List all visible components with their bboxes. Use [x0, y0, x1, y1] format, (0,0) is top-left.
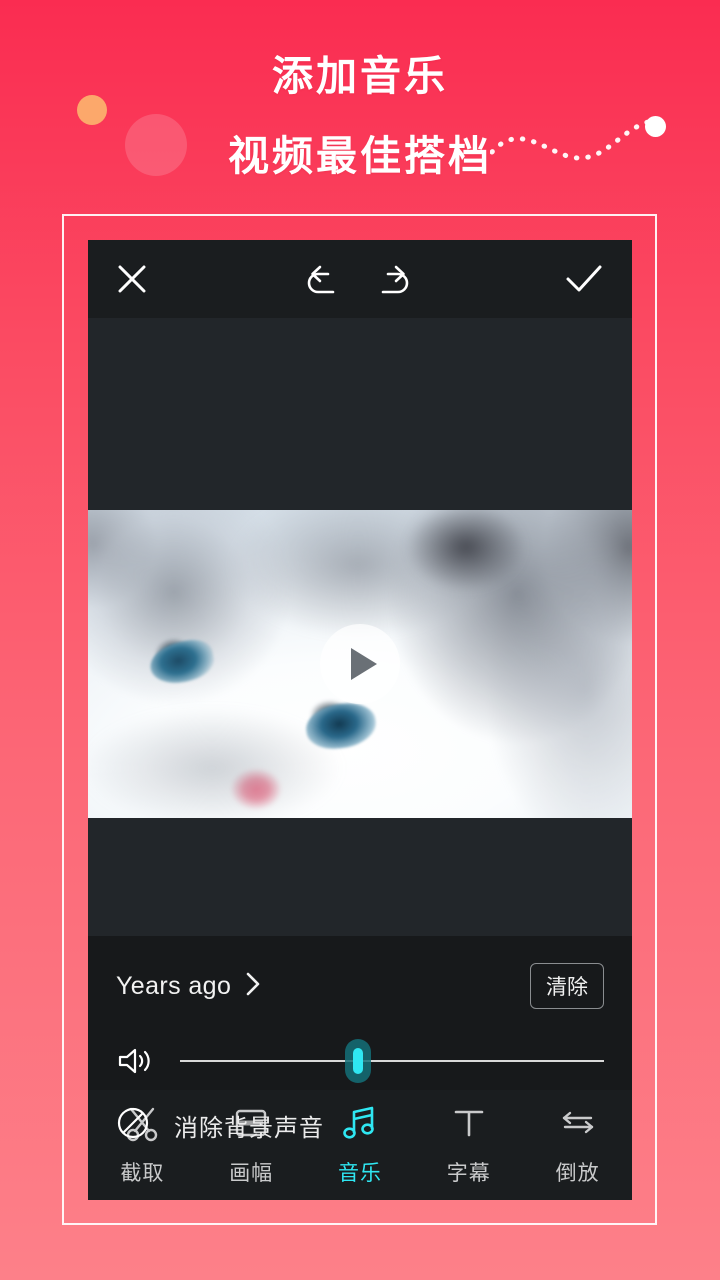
checkmark-icon: [565, 263, 603, 295]
chevron-right-icon[interactable]: [245, 971, 261, 1002]
volume-slider-track: [180, 1060, 604, 1062]
nav-label-aspect-ratio: 画幅: [229, 1162, 274, 1185]
redo-arrow-icon: [375, 262, 413, 296]
volume-slider-thumb[interactable]: [353, 1048, 364, 1074]
play-button[interactable]: [320, 624, 400, 704]
cat-dark-ear-marking: [406, 510, 526, 592]
close-button[interactable]: [98, 240, 166, 318]
clear-button[interactable]: 清除: [530, 963, 604, 1009]
confirm-button[interactable]: [550, 240, 618, 318]
selected-track-row: Years ago 清除: [88, 958, 632, 1014]
editor-top-bar: [88, 240, 632, 318]
remove-background-audio-label: 消除背景声音: [174, 1114, 324, 1142]
video-preview-stage: [88, 318, 632, 936]
music-settings-panel: Years ago 清除 消除背景声音: [88, 936, 632, 1142]
volume-row: [88, 1034, 632, 1088]
no-entry-circle-slash-icon: [116, 1106, 150, 1145]
video-frame[interactable]: [88, 510, 632, 818]
cat-lower-shadow: [88, 708, 342, 818]
page-title-line1: 添加音乐: [272, 53, 448, 99]
app-screenshot: Years ago 清除 消除背景声音 截取 画幅 音乐 字幕 倒放: [88, 240, 632, 1200]
nav-label-reverse: 倒放: [555, 1162, 600, 1185]
undo-button[interactable]: [292, 240, 352, 318]
volume-slider[interactable]: [180, 1039, 604, 1083]
track-name-label[interactable]: Years ago: [116, 972, 231, 1001]
nav-label-subtitle: 字幕: [446, 1162, 491, 1185]
nav-label-music: 音乐: [337, 1162, 382, 1185]
page-title-line2: 视频最佳搭档: [228, 133, 492, 179]
undo-arrow-icon: [303, 262, 341, 296]
redo-button[interactable]: [364, 240, 424, 318]
close-x-icon: [115, 262, 149, 296]
nav-label-trim: 截取: [120, 1162, 165, 1185]
play-triangle-icon: [350, 648, 377, 680]
speaker-volume-icon[interactable]: [116, 1046, 156, 1076]
remove-background-audio-row[interactable]: 消除背景声音: [88, 1098, 632, 1152]
